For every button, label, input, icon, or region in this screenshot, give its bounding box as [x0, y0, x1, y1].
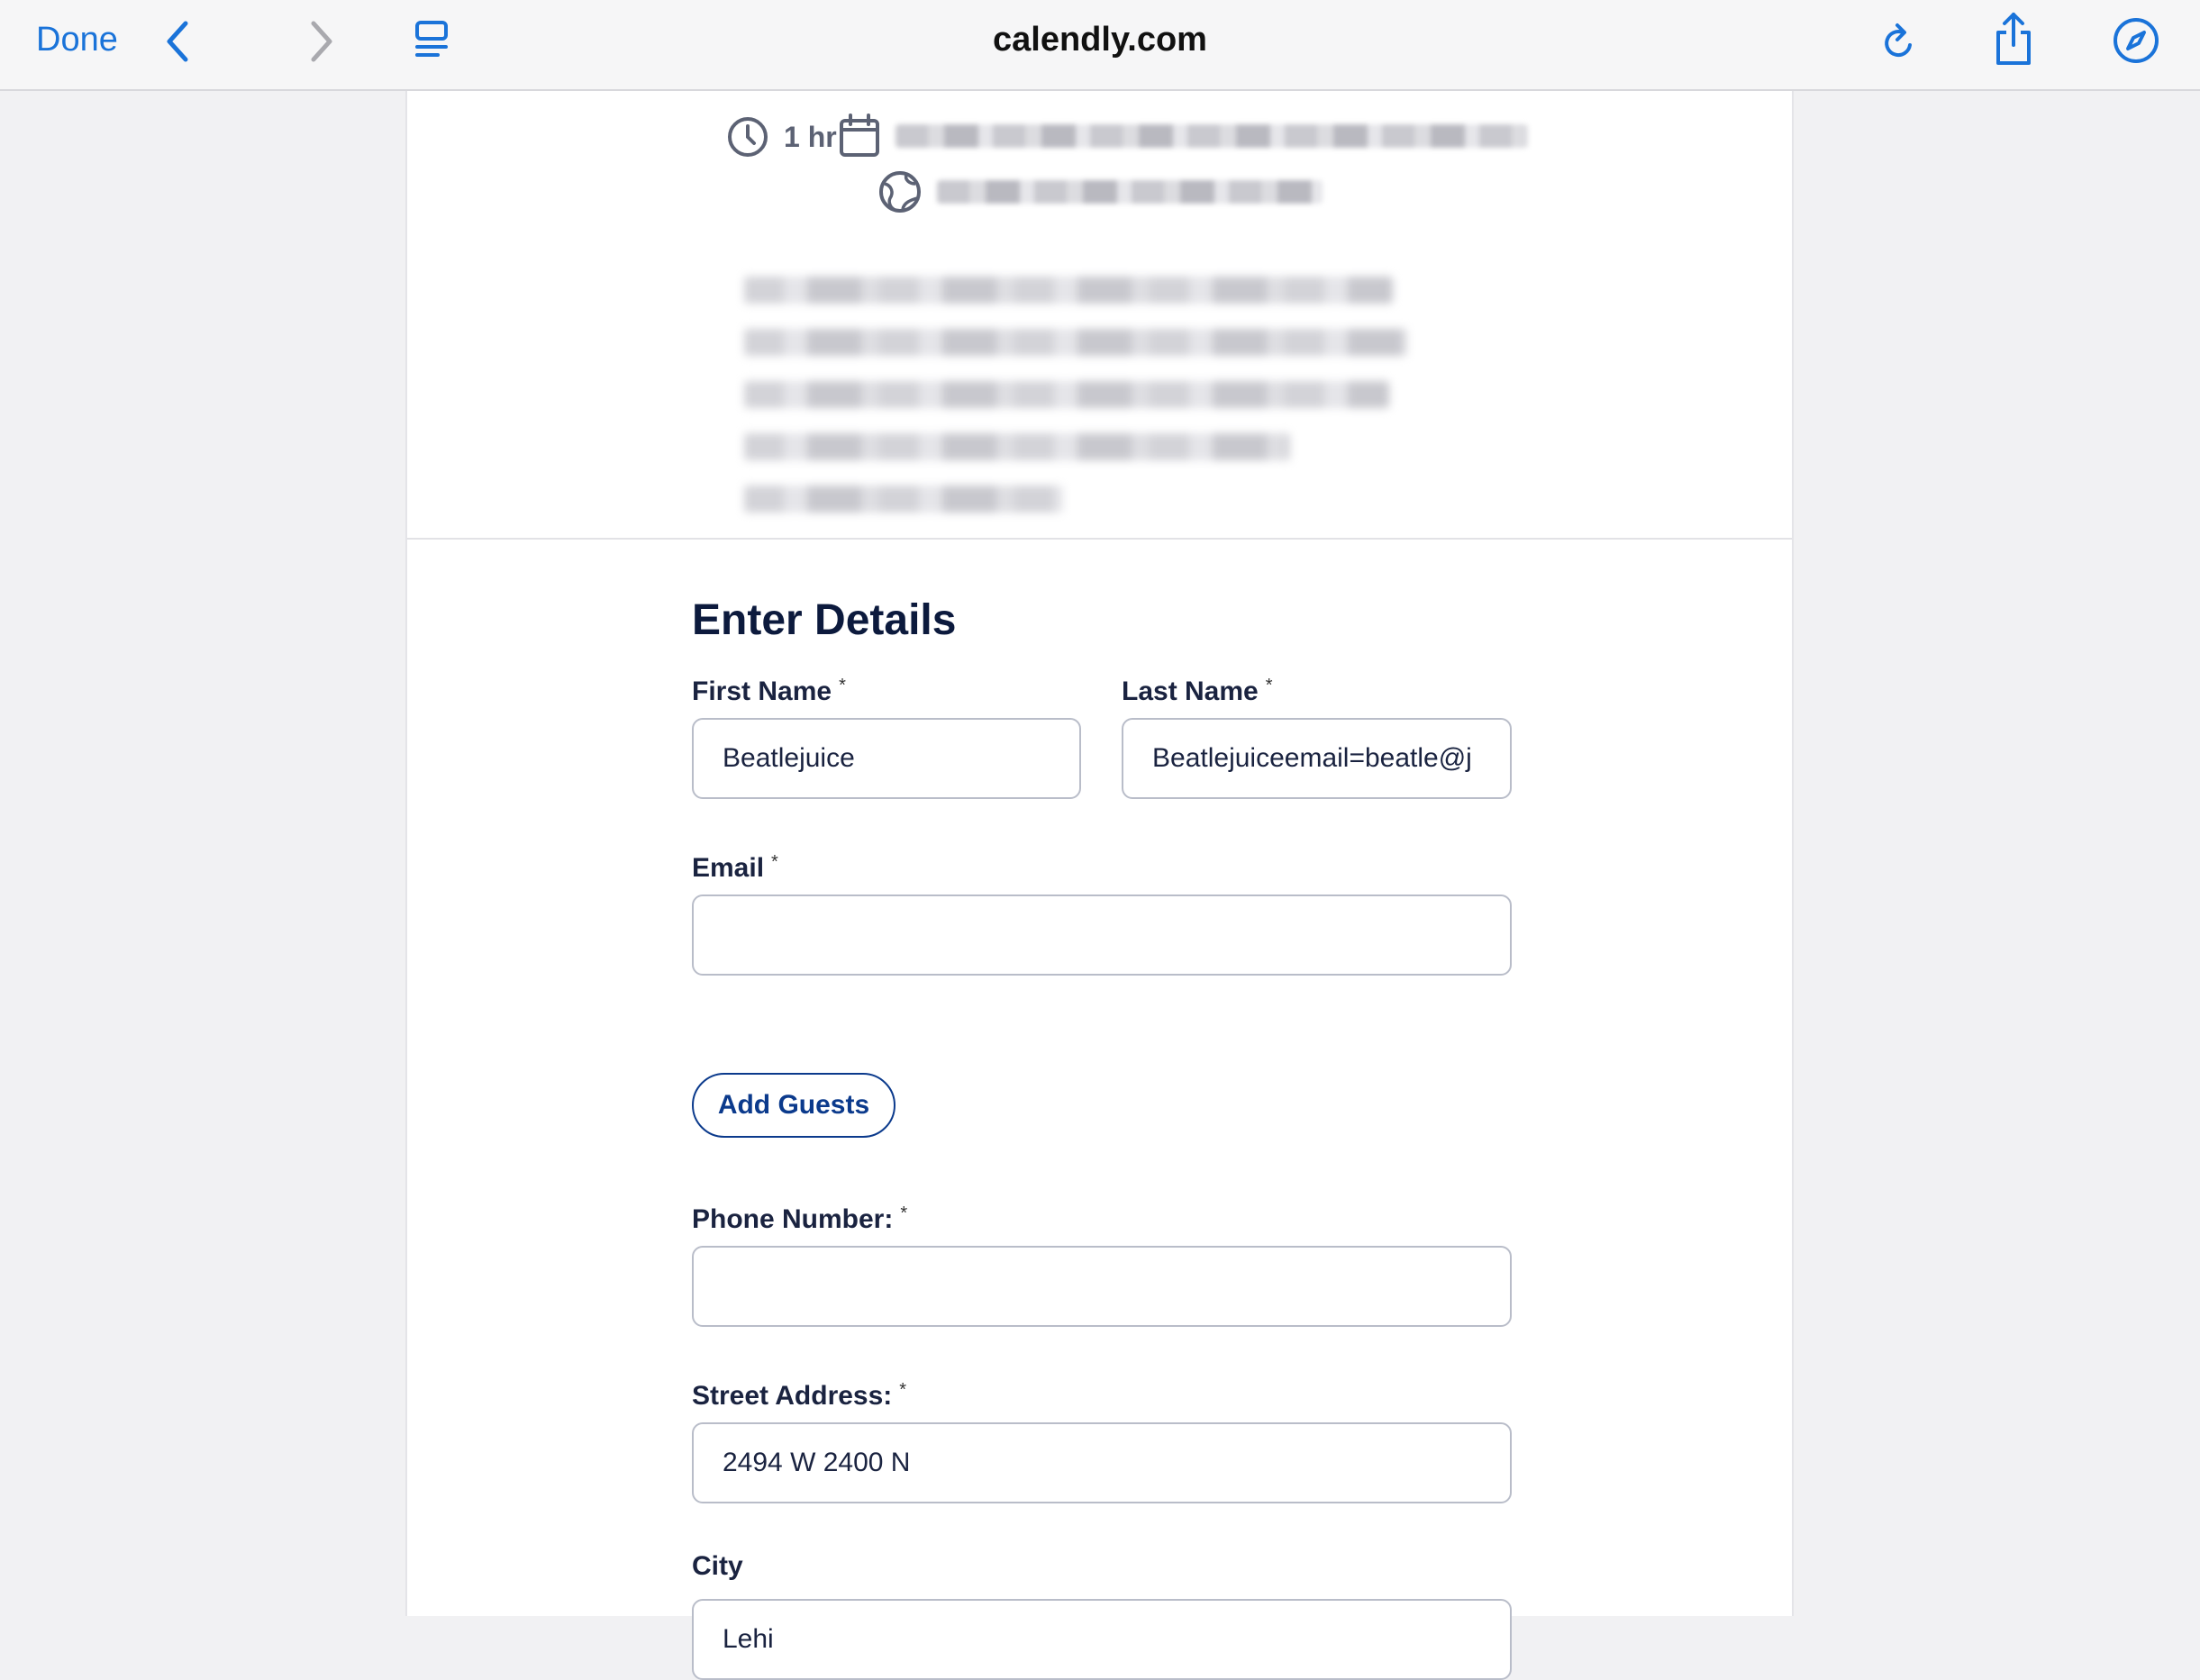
redacted-date [895, 124, 1528, 148]
globe-icon [879, 171, 921, 213]
clock-icon [728, 117, 768, 157]
url-field[interactable]: calendly.com [0, 18, 2200, 61]
required-mark: * [1265, 676, 1273, 695]
email-label: Email * [692, 852, 778, 883]
details-form: Enter Details First Name * Beatlejuice La… [692, 594, 1512, 1680]
event-date-row [838, 113, 1528, 159]
duration-text: 1 hr [784, 120, 837, 153]
share-icon[interactable] [1991, 11, 2036, 67]
required-mark: * [771, 852, 778, 872]
last-name-field[interactable]: Beatlejuiceemail=beatle@j [1122, 718, 1512, 799]
phone-field[interactable] [692, 1246, 1512, 1327]
last-name-label: Last Name * [1122, 676, 1273, 706]
street-address-label: Street Address: * [692, 1380, 907, 1411]
city-field[interactable]: Lehi [692, 1599, 1512, 1680]
redacted-timezone [937, 180, 1323, 204]
city-label: City [692, 1551, 743, 1581]
required-mark: * [839, 676, 846, 695]
browser-toolbar: Done calendly.com [0, 0, 2200, 91]
street-address-field[interactable]: 2494 W 2400 N [692, 1422, 1512, 1503]
required-mark: * [899, 1380, 907, 1400]
duration-row: 1 hr [726, 115, 837, 159]
calendar-icon [840, 114, 879, 157]
first-name-field[interactable]: Beatlejuice [692, 718, 1081, 799]
email-field[interactable] [692, 894, 1512, 976]
timezone-row [877, 168, 1323, 215]
booking-card: 1 hr Enter Details First Name * Beatleju… [405, 91, 1794, 1680]
phone-label: Phone Number: * [692, 1203, 908, 1234]
reload-icon[interactable] [1879, 20, 1919, 63]
first-name-label: First Name * [692, 676, 846, 706]
redacted-description [744, 277, 1407, 513]
add-guests-button[interactable]: Add Guests [692, 1073, 895, 1138]
compass-icon[interactable] [2112, 16, 2160, 65]
event-summary: 1 hr [407, 91, 1792, 540]
form-title: Enter Details [692, 596, 957, 644]
required-mark: * [900, 1203, 908, 1223]
